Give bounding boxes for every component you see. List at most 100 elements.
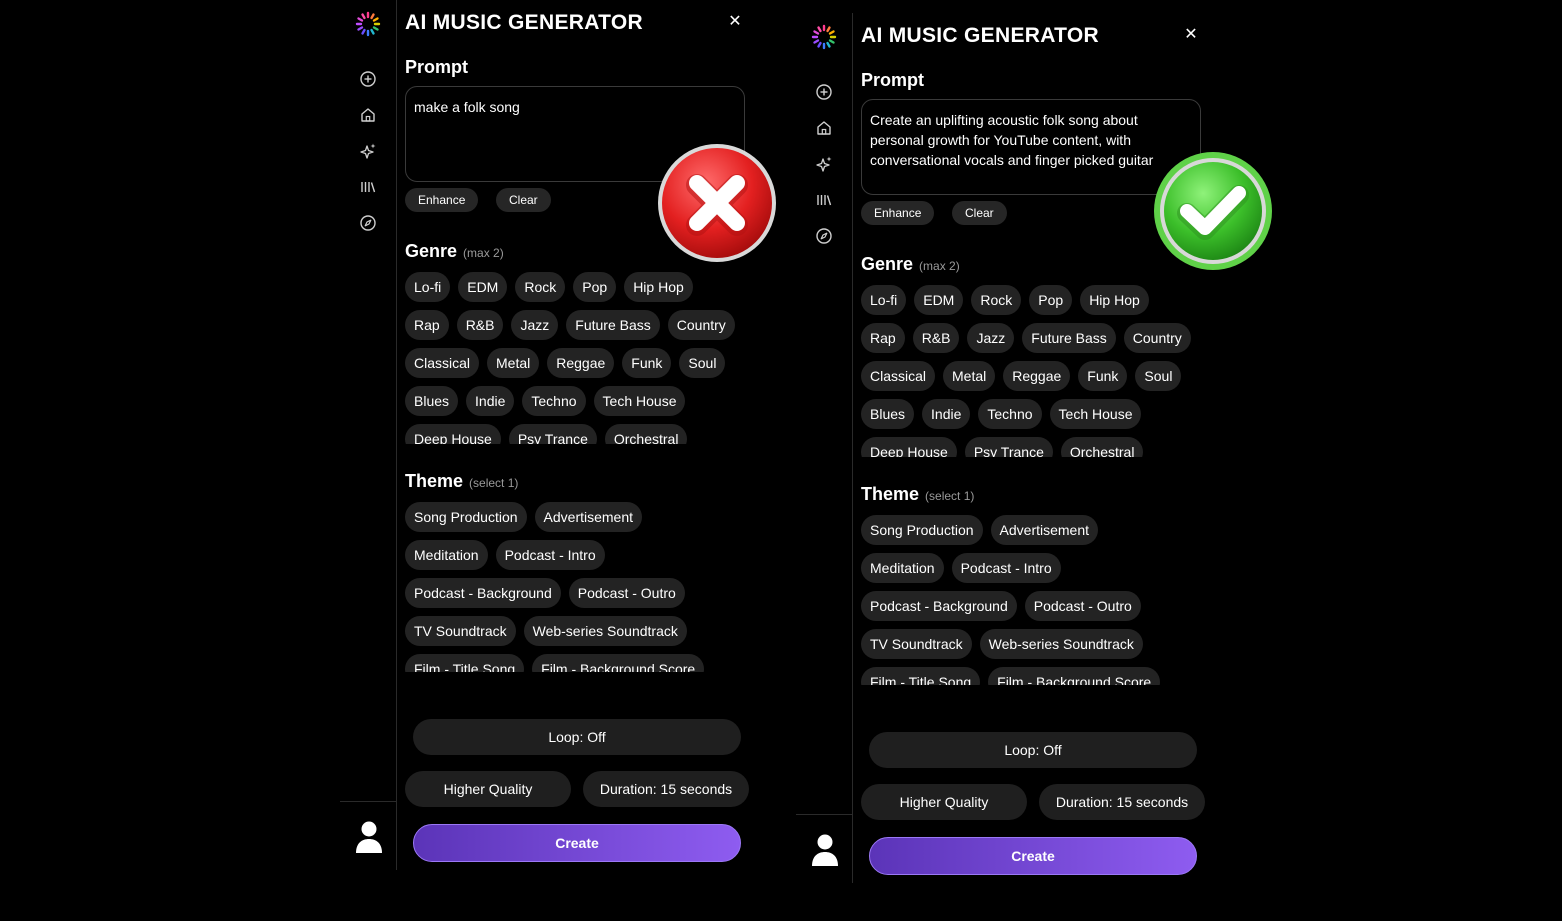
genre-chip-country[interactable]: Country — [667, 310, 735, 340]
genre-chip-reggae[interactable]: Reggae — [1003, 361, 1071, 391]
genre-chip-row: Rap R&B Jazz Future Bass Country — [405, 310, 750, 340]
genre-chip-funk[interactable]: Funk — [622, 348, 672, 378]
theme-chip-tv-soundtrack[interactable]: TV Soundtrack — [861, 629, 972, 659]
home-icon[interactable] — [815, 119, 833, 137]
theme-chip-podcast-background[interactable]: Podcast - Background — [405, 578, 561, 608]
genre-chip-rap[interactable]: Rap — [861, 323, 905, 353]
clear-button[interactable]: Clear — [952, 201, 1007, 225]
enhance-button[interactable]: Enhance — [405, 188, 479, 212]
higher-quality-button[interactable]: Higher Quality — [861, 784, 1027, 820]
library-icon[interactable] — [359, 178, 377, 196]
genre-chip-edm[interactable]: EDM — [458, 272, 508, 302]
higher-quality-button[interactable]: Higher Quality — [405, 771, 571, 807]
theme-chip-row: Film - Title Song Film - Background Score — [861, 667, 1206, 685]
genre-chip-list: Lo-fi EDM Rock Pop Hip Hop Rap R&B Jazz Future B… — [405, 272, 750, 444]
genre-chip-orchestral[interactable]: Orchestral — [604, 424, 688, 444]
genre-chip-indie[interactable]: Indie — [466, 386, 515, 416]
genre-chip-classical[interactable]: Classical — [405, 348, 480, 378]
genre-chip-soul[interactable]: Soul — [679, 348, 726, 378]
genre-chip-blues[interactable]: Blues — [405, 386, 459, 416]
theme-chip-podcast-background[interactable]: Podcast - Background — [861, 591, 1017, 621]
compass-icon[interactable] — [359, 214, 377, 232]
genre-chip-r-b[interactable]: R&B — [912, 323, 960, 353]
genre-chip-hip-hop[interactable]: Hip Hop — [1080, 285, 1149, 315]
genre-chip-metal[interactable]: Metal — [487, 348, 540, 378]
theme-chip-song-production[interactable]: Song Production — [861, 515, 983, 545]
theme-chip-row: Song Production Advertisement — [405, 502, 750, 532]
create-button[interactable]: Create — [869, 837, 1197, 875]
theme-chip-film-title-song[interactable]: Film - Title Song — [405, 654, 525, 672]
genre-chip-rap[interactable]: Rap — [405, 310, 449, 340]
logo-icon[interactable] — [355, 11, 381, 37]
theme-chip-advertisement[interactable]: Advertisement — [990, 515, 1099, 545]
theme-chip-tv-soundtrack[interactable]: TV Soundtrack — [405, 616, 516, 646]
sparkle-icon[interactable] — [359, 142, 377, 160]
genre-chip-psy-trance[interactable]: Psy Trance — [508, 424, 597, 444]
user-avatar-icon[interactable] — [354, 820, 384, 854]
theme-chip-podcast-outro[interactable]: Podcast - Outro — [1024, 591, 1141, 621]
genre-chip-jazz[interactable]: Jazz — [511, 310, 559, 340]
genre-chip-orchestral[interactable]: Orchestral — [1060, 437, 1144, 457]
duration-button[interactable]: Duration: 15 seconds — [583, 771, 749, 807]
genre-chip-row: Deep House Psy Trance Orchestral — [405, 424, 750, 444]
enhance-button[interactable]: Enhance — [861, 201, 935, 225]
library-icon[interactable] — [815, 191, 833, 209]
genre-chip-deep-house[interactable]: Deep House — [861, 437, 957, 457]
genre-chip-indie[interactable]: Indie — [922, 399, 971, 429]
genre-chip-deep-house[interactable]: Deep House — [405, 424, 501, 444]
close-icon[interactable]: ✕ — [1182, 26, 1200, 44]
genre-chip-techno[interactable]: Techno — [522, 386, 586, 416]
logo-icon[interactable] — [811, 24, 837, 50]
genre-chip-funk[interactable]: Funk — [1078, 361, 1128, 391]
theme-chip-web-series-soundtrack[interactable]: Web-series Soundtrack — [979, 629, 1143, 659]
clear-button[interactable]: Clear — [496, 188, 551, 212]
genre-chip-jazz[interactable]: Jazz — [967, 323, 1015, 353]
genre-chip-reggae[interactable]: Reggae — [547, 348, 615, 378]
theme-chip-film-background-score[interactable]: Film - Background Score — [532, 654, 705, 672]
genre-chip-rock[interactable]: Rock — [971, 285, 1022, 315]
genre-chip-r-b[interactable]: R&B — [456, 310, 504, 340]
genre-chip-metal[interactable]: Metal — [943, 361, 996, 391]
sidebar-rail — [340, 0, 397, 870]
genre-chip-tech-house[interactable]: Tech House — [593, 386, 686, 416]
plus-circle-icon[interactable] — [359, 70, 377, 88]
theme-chip-meditation[interactable]: Meditation — [405, 540, 488, 570]
loop-toggle[interactable]: Loop: Off — [869, 732, 1197, 768]
genre-chip-lo-fi[interactable]: Lo-fi — [861, 285, 907, 315]
theme-chip-film-title-song[interactable]: Film - Title Song — [861, 667, 981, 685]
genre-chip-future-bass[interactable]: Future Bass — [1022, 323, 1116, 353]
user-avatar-icon[interactable] — [810, 833, 840, 867]
genre-chip-rock[interactable]: Rock — [515, 272, 566, 302]
plus-circle-icon[interactable] — [815, 83, 833, 101]
genre-chip-tech-house[interactable]: Tech House — [1049, 399, 1142, 429]
theme-chip-podcast-intro[interactable]: Podcast - Intro — [951, 553, 1061, 583]
red-cross-icon — [657, 143, 777, 263]
theme-chip-web-series-soundtrack[interactable]: Web-series Soundtrack — [523, 616, 687, 646]
theme-chip-song-production[interactable]: Song Production — [405, 502, 527, 532]
genre-chip-edm[interactable]: EDM — [914, 285, 964, 315]
genre-chip-techno[interactable]: Techno — [978, 399, 1042, 429]
sparkle-icon[interactable] — [815, 155, 833, 173]
home-icon[interactable] — [359, 106, 377, 124]
genre-chip-lo-fi[interactable]: Lo-fi — [405, 272, 451, 302]
theme-chip-film-background-score[interactable]: Film - Background Score — [988, 667, 1161, 685]
theme-chip-meditation[interactable]: Meditation — [861, 553, 944, 583]
genre-chip-pop[interactable]: Pop — [1029, 285, 1073, 315]
genre-chip-psy-trance[interactable]: Psy Trance — [964, 437, 1053, 457]
create-button[interactable]: Create — [413, 824, 741, 862]
genre-chip-country[interactable]: Country — [1123, 323, 1191, 353]
theme-chip-podcast-intro[interactable]: Podcast - Intro — [495, 540, 605, 570]
genre-chip-pop[interactable]: Pop — [573, 272, 617, 302]
genre-chip-classical[interactable]: Classical — [861, 361, 936, 391]
duration-button[interactable]: Duration: 15 seconds — [1039, 784, 1205, 820]
loop-toggle[interactable]: Loop: Off — [413, 719, 741, 755]
prompt-textarea[interactable]: Create an uplifting acoustic folk song a… — [861, 99, 1201, 195]
genre-chip-future-bass[interactable]: Future Bass — [566, 310, 660, 340]
theme-chip-advertisement[interactable]: Advertisement — [534, 502, 643, 532]
theme-chip-podcast-outro[interactable]: Podcast - Outro — [568, 578, 685, 608]
genre-chip-blues[interactable]: Blues — [861, 399, 915, 429]
close-icon[interactable]: ✕ — [726, 13, 744, 31]
genre-chip-soul[interactable]: Soul — [1135, 361, 1182, 391]
genre-chip-hip-hop[interactable]: Hip Hop — [624, 272, 693, 302]
compass-icon[interactable] — [815, 227, 833, 245]
